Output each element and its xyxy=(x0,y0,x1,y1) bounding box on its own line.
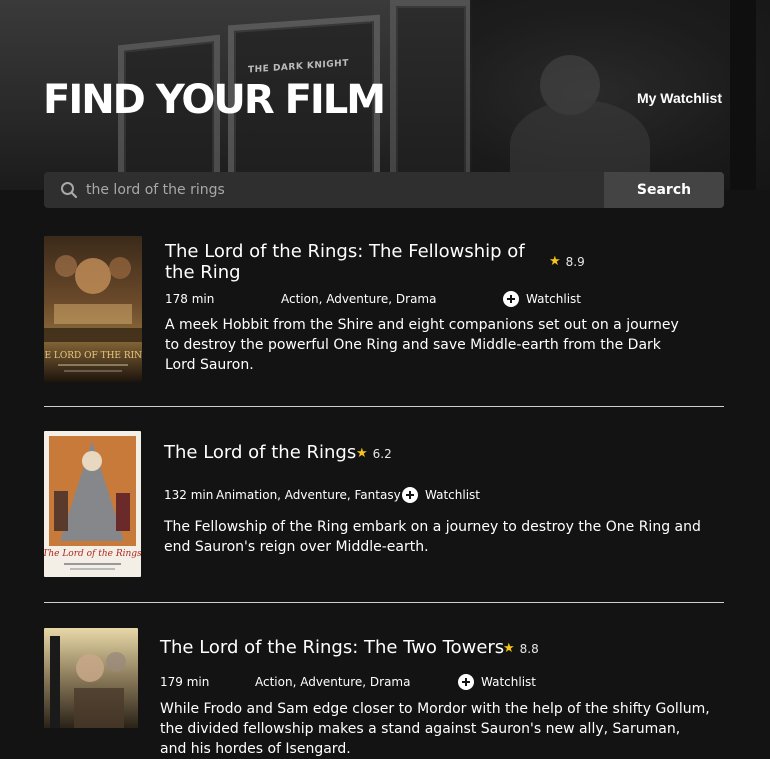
poster-title-text: The Lord of the Rings xyxy=(44,549,141,559)
film-title[interactable]: The Lord of the Rings: The Two Towers xyxy=(160,637,504,658)
film-result[interactable]: The Lord of the Rings The Lord of the Ri… xyxy=(44,407,724,602)
results-list: THE LORD OF THE RINGS The Lord of the Ri… xyxy=(44,236,724,757)
page-title: FIND YOUR FILM xyxy=(43,77,386,123)
star-icon: ★ xyxy=(503,641,515,656)
genres: Action, Adventure, Drama xyxy=(281,292,437,306)
rating: ★ 6.2 xyxy=(356,446,392,461)
plus-circle-icon xyxy=(458,674,474,690)
star-icon: ★ xyxy=(549,254,561,269)
add-to-watchlist-button[interactable]: Watchlist xyxy=(458,674,536,690)
my-watchlist-link[interactable]: My Watchlist xyxy=(637,90,722,106)
add-to-watchlist-button[interactable]: Watchlist xyxy=(402,487,480,503)
genres: Animation, Adventure, Fantasy xyxy=(216,488,401,502)
runtime: 179 min xyxy=(160,675,210,689)
watchlist-label: Watchlist xyxy=(481,675,536,689)
runtime: 132 min xyxy=(164,488,214,502)
add-to-watchlist-button[interactable]: Watchlist xyxy=(503,291,581,307)
film-poster[interactable] xyxy=(44,628,138,728)
search-button[interactable]: Search xyxy=(604,172,724,208)
film-title[interactable]: The Lord of the Rings: The Fellowship of… xyxy=(165,241,525,283)
rating: ★ 8.8 xyxy=(503,641,539,656)
film-title[interactable]: The Lord of the Rings xyxy=(164,442,356,463)
watchlist-label: Watchlist xyxy=(425,488,480,502)
film-result[interactable]: The Lord of the Rings: The Two Towers ★ … xyxy=(44,603,724,757)
search-bar: Search xyxy=(44,172,724,208)
rating-value: 8.8 xyxy=(519,641,539,656)
rating: ★ 8.9 xyxy=(549,254,585,269)
film-overview: The Fellowship of the Ring embark on a j… xyxy=(164,519,701,555)
film-poster[interactable]: THE LORD OF THE RINGS xyxy=(44,236,142,382)
plus-circle-icon xyxy=(402,487,418,503)
film-poster[interactable]: The Lord of the Rings xyxy=(44,431,141,577)
watchlist-label: Watchlist xyxy=(526,292,581,306)
rating-value: 6.2 xyxy=(372,446,392,461)
film-overview: A meek Hobbit from the Shire and eight c… xyxy=(165,317,679,373)
runtime: 178 min xyxy=(165,292,215,306)
search-icon xyxy=(61,182,78,199)
plus-circle-icon xyxy=(503,291,519,307)
star-icon: ★ xyxy=(356,446,368,461)
film-result[interactable]: THE LORD OF THE RINGS The Lord of the Ri… xyxy=(44,236,724,406)
genres: Action, Adventure, Drama xyxy=(255,675,411,689)
backdrop-strip xyxy=(730,0,756,190)
backdrop-frame xyxy=(390,0,472,190)
poster-title-text: THE LORD OF THE RINGS xyxy=(44,351,142,361)
rating-value: 8.9 xyxy=(565,254,585,269)
film-overview: While Frodo and Sam edge closer to Mordo… xyxy=(160,701,710,757)
search-input[interactable] xyxy=(86,172,596,208)
